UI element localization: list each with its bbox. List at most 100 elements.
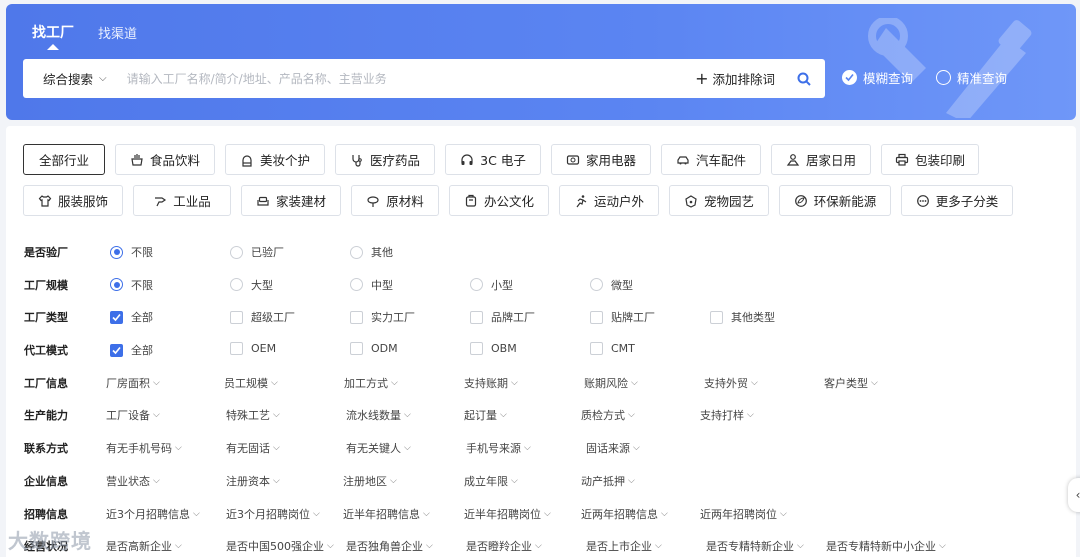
industry-r1-1[interactable]: 食品饮料 bbox=[115, 144, 215, 175]
filter-option[interactable]: 近两年招聘岗位 ⌵ bbox=[700, 506, 787, 522]
filter-option[interactable]: 固话来源 ⌵ bbox=[586, 440, 640, 456]
chevron-down-icon: ⌵ bbox=[175, 541, 182, 552]
filter-option[interactable]: 厂房面积 ⌵ bbox=[106, 375, 160, 391]
exact-search-mode[interactable]: 精准查询 bbox=[936, 68, 1007, 87]
filter-option[interactable]: 微型 bbox=[590, 277, 633, 293]
filter-option[interactable]: 其他类型 bbox=[710, 309, 775, 325]
add-exclude-label: 添加排除词 bbox=[712, 72, 775, 87]
filter-row: 代工模式 全部 OEM ODM OBM CMT bbox=[6, 334, 1076, 367]
industry-r1-2[interactable]: 美妆个护 bbox=[225, 144, 325, 175]
filter-option[interactable]: 营业状态 ⌵ bbox=[106, 473, 160, 489]
filter-option[interactable]: 是否专精特新企业 ⌵ bbox=[706, 538, 804, 554]
chevron-down-icon: ⌵ bbox=[631, 377, 638, 388]
pet-icon bbox=[684, 194, 698, 208]
industry-r2-3[interactable]: 原材料 bbox=[351, 185, 439, 216]
industry-label: 居家日用 bbox=[805, 153, 856, 168]
search-icon[interactable] bbox=[789, 64, 819, 94]
search-type-select[interactable]: 综合搜索 ⌵ bbox=[23, 59, 127, 98]
filter-option[interactable]: 不限 bbox=[110, 244, 153, 260]
add-exclude-words-button[interactable]: + 添加排除词 bbox=[695, 69, 775, 88]
filter-option[interactable]: 是否瞪羚企业 ⌵ bbox=[466, 538, 542, 554]
fuzzy-search-mode[interactable]: 模糊查询 bbox=[842, 68, 913, 87]
filter-option[interactable]: 工厂设备 ⌵ bbox=[106, 407, 160, 423]
filter-option[interactable]: 实力工厂 bbox=[350, 309, 415, 325]
industry-r1-7[interactable]: 居家日用 bbox=[771, 144, 871, 175]
chevron-down-icon: ⌵ bbox=[939, 541, 946, 552]
industry-r2-8[interactable]: 更多子分类 bbox=[901, 185, 1013, 216]
filter-option[interactable]: CMT bbox=[590, 342, 635, 356]
filter-option[interactable]: 近半年招聘岗位 ⌵ bbox=[464, 506, 551, 522]
filter-option[interactable]: 贴牌工厂 bbox=[590, 309, 655, 325]
filter-option[interactable]: 超级工厂 bbox=[230, 309, 295, 325]
filter-option[interactable]: 支持外贸 ⌵ bbox=[704, 375, 758, 391]
industry-r1-4[interactable]: 3C 电子 bbox=[445, 144, 541, 175]
filter-option[interactable]: 近3个月招聘岗位 ⌵ bbox=[226, 506, 320, 522]
filter-option[interactable]: OEM bbox=[230, 342, 276, 356]
industry-r2-7[interactable]: 环保新能源 bbox=[779, 185, 891, 216]
tab-find-channel[interactable]: 找渠道 bbox=[98, 23, 137, 48]
filter-option[interactable]: ODM bbox=[350, 342, 398, 356]
industry-r1-6[interactable]: 汽车配件 bbox=[661, 144, 761, 175]
filter-option[interactable]: 近3个月招聘信息 ⌵ bbox=[106, 506, 200, 522]
filter-option[interactable]: 全部 bbox=[110, 309, 153, 325]
tab-find-factory[interactable]: 找工厂 bbox=[32, 22, 74, 48]
filter-option[interactable]: 大型 bbox=[230, 277, 273, 293]
filter-option[interactable]: 是否独角兽企业 ⌵ bbox=[346, 538, 433, 554]
filter-option[interactable]: 近半年招聘信息 ⌵ bbox=[343, 506, 430, 522]
filter-option[interactable]: OBM bbox=[470, 342, 517, 356]
chevron-down-icon: ⌵ bbox=[273, 443, 280, 454]
filter-option[interactable]: 注册地区 ⌵ bbox=[343, 473, 397, 489]
filter-option-label: 注册地区 bbox=[343, 474, 387, 488]
filter-option[interactable]: 员工规模 ⌵ bbox=[224, 375, 278, 391]
filter-option[interactable]: 动产抵押 ⌵ bbox=[581, 473, 635, 489]
industry-r1-3[interactable]: 医疗药品 bbox=[335, 144, 435, 175]
industry-r1-0[interactable]: 全部行业 bbox=[23, 144, 105, 175]
filter-option-label: 动产抵押 bbox=[581, 474, 625, 488]
industry-r2-0[interactable]: 服装服饰 bbox=[23, 185, 123, 216]
filter-option[interactable]: 流水线数量 ⌵ bbox=[346, 407, 411, 423]
filter-option[interactable]: 有无手机号码 ⌵ bbox=[106, 440, 182, 456]
search-type-label: 综合搜索 bbox=[43, 72, 94, 87]
filter-option[interactable]: 全部 bbox=[110, 342, 153, 358]
industry-r1-5[interactable]: 家用电器 bbox=[551, 144, 651, 175]
collapse-side-button[interactable]: ‹ bbox=[1068, 478, 1080, 512]
filter-option[interactable]: 质检方式 ⌵ bbox=[581, 407, 635, 423]
top-tabs: 找工厂 找渠道 bbox=[32, 22, 137, 48]
filter-option-label: 有无手机号码 bbox=[106, 442, 172, 456]
filter-option[interactable]: 已验厂 bbox=[230, 244, 284, 260]
filter-option-label: 是否中国500强企业 bbox=[226, 540, 324, 554]
industry-r2-6[interactable]: 宠物园艺 bbox=[669, 185, 769, 216]
industry-r2-2[interactable]: 家装建材 bbox=[241, 185, 341, 216]
filter-option[interactable]: 客户类型 ⌵ bbox=[824, 375, 878, 391]
filter-option[interactable]: 有无关键人 ⌵ bbox=[346, 440, 411, 456]
industry-r1-8[interactable]: 包装印刷 bbox=[881, 144, 979, 175]
more-icon bbox=[916, 194, 930, 208]
filter-option[interactable]: 其他 bbox=[350, 244, 393, 260]
filter-option[interactable]: 手机号来源 ⌵ bbox=[466, 440, 531, 456]
filter-option[interactable]: 是否专精特新中小企业 ⌵ bbox=[826, 538, 946, 554]
filter-option-label: 特殊工艺 bbox=[226, 409, 270, 423]
filter-option[interactable]: 账期风险 ⌵ bbox=[584, 375, 638, 391]
industry-r2-4[interactable]: 办公文化 bbox=[449, 185, 549, 216]
filter-option[interactable]: 有无固话 ⌵ bbox=[226, 440, 280, 456]
filter-option[interactable]: 近两年招聘信息 ⌵ bbox=[581, 506, 668, 522]
industry-r2-5[interactable]: 运动户外 bbox=[559, 185, 659, 216]
chevron-down-icon: ⌵ bbox=[747, 410, 754, 421]
filter-option[interactable]: 小型 bbox=[470, 277, 513, 293]
filter-option[interactable]: 是否中国500强企业 ⌵ bbox=[226, 538, 334, 554]
industry-r2-1[interactable]: 工业品 bbox=[133, 185, 231, 216]
filter-option[interactable]: 成立年限 ⌵ bbox=[464, 473, 518, 489]
filter-option[interactable]: 支持账期 ⌵ bbox=[464, 375, 518, 391]
filter-option[interactable]: 是否高新企业 ⌵ bbox=[106, 538, 182, 554]
filter-option[interactable]: 特殊工艺 ⌵ bbox=[226, 407, 280, 423]
search-input[interactable] bbox=[126, 59, 696, 98]
filter-option[interactable]: 加工方式 ⌵ bbox=[344, 375, 398, 391]
filter-option[interactable]: 注册资本 ⌵ bbox=[226, 473, 280, 489]
filter-option[interactable]: 起订量 ⌵ bbox=[464, 407, 507, 423]
filter-option[interactable]: 支持打样 ⌵ bbox=[700, 407, 754, 423]
watermark: 大数跨境 bbox=[8, 529, 92, 553]
filter-option[interactable]: 品牌工厂 bbox=[470, 309, 535, 325]
filter-option[interactable]: 是否上市企业 ⌵ bbox=[586, 538, 662, 554]
filter-option[interactable]: 不限 bbox=[110, 277, 153, 293]
filter-option[interactable]: 中型 bbox=[350, 277, 393, 293]
